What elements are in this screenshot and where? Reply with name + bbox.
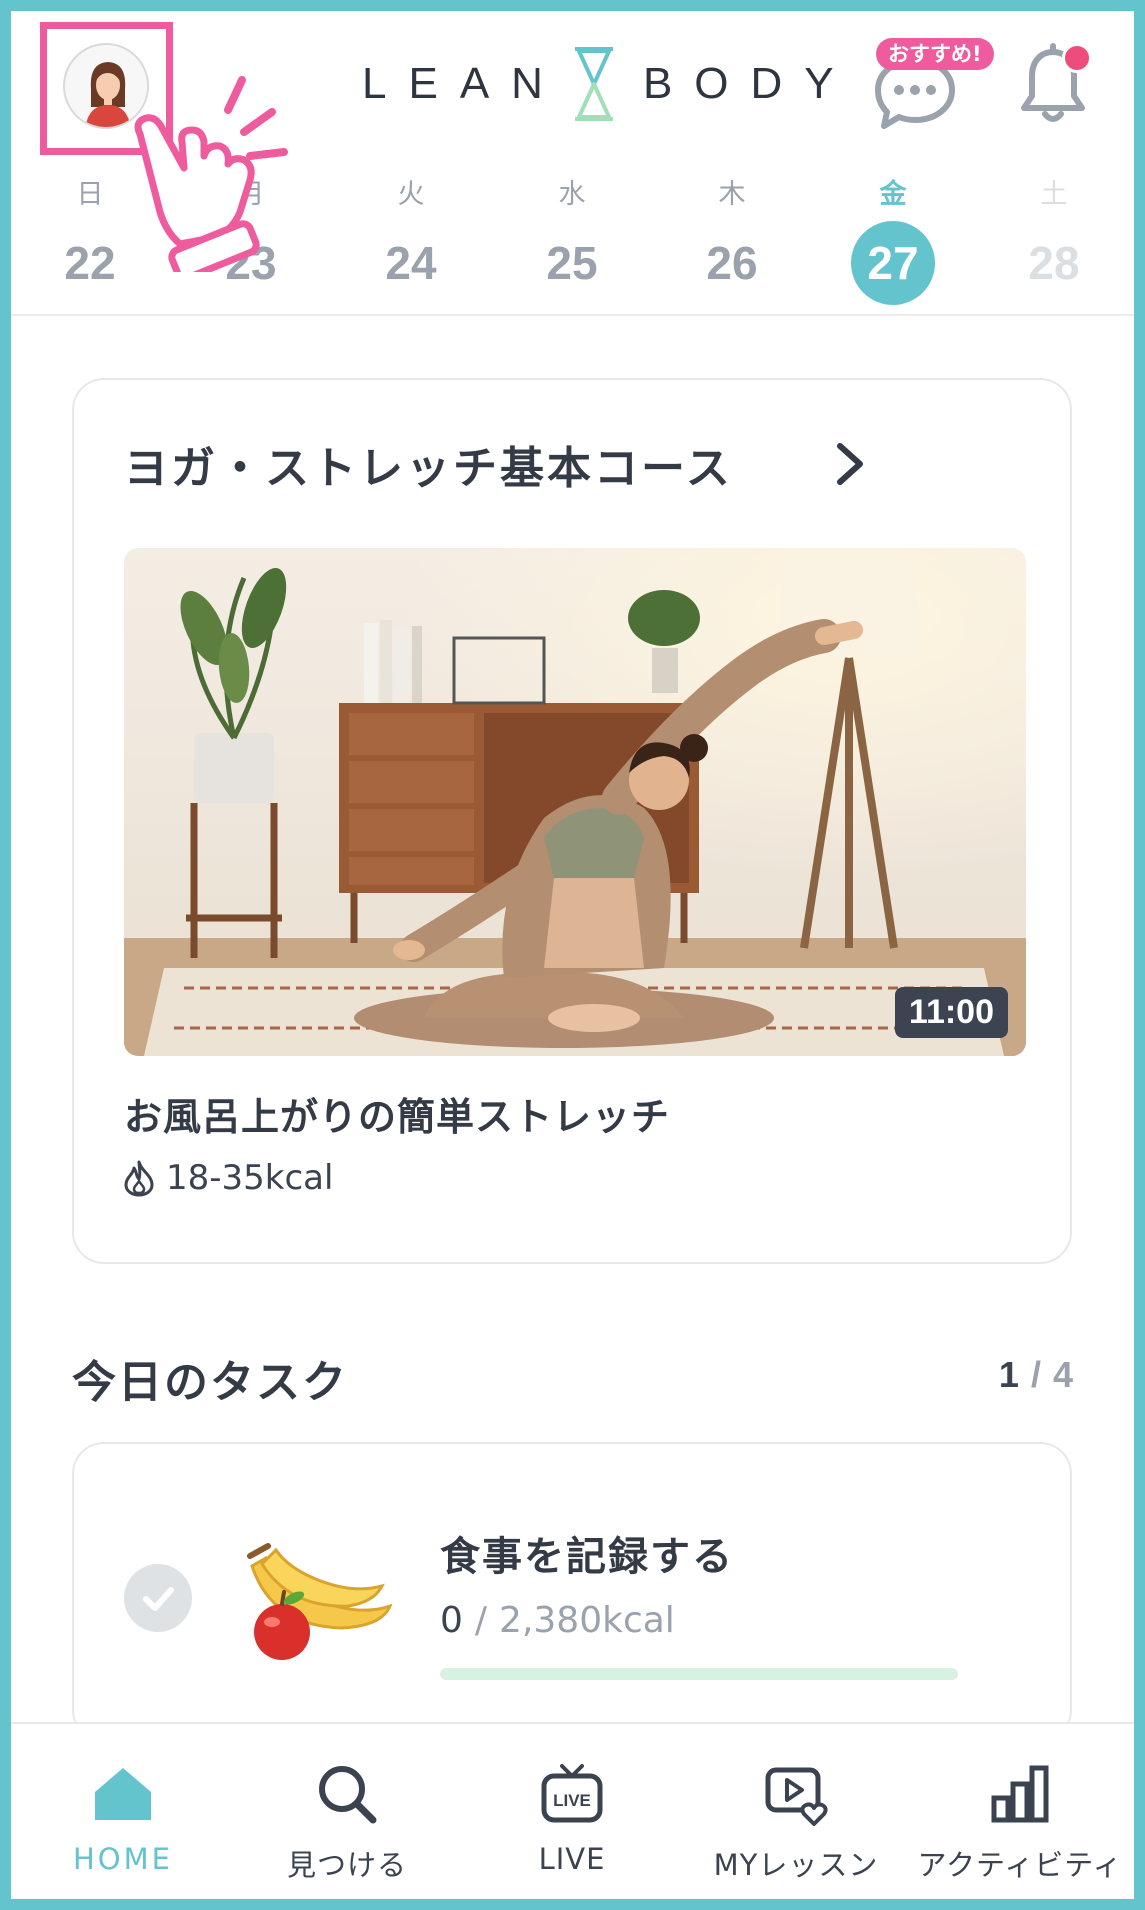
hourglass-logo-icon — [574, 47, 613, 121]
duration-badge: 11:00 — [894, 987, 1008, 1038]
tasks-total: 4 — [1052, 1354, 1073, 1395]
nav-label: LIVE — [538, 1842, 606, 1876]
tasks-count: 1 / 4 — [999, 1354, 1073, 1396]
nav-label: アクティビティ — [917, 1848, 1123, 1882]
brand-left: LEAN — [362, 59, 565, 108]
day-sun[interactable]: 日 22 — [40, 175, 140, 305]
lesson-title[interactable]: お風呂上がりの簡単ストレッチ — [124, 1086, 670, 1141]
task-current: 0 — [440, 1600, 463, 1641]
brand-logo: LEAN BODY — [362, 46, 856, 122]
svg-text:LIVE: LIVE — [553, 1791, 591, 1810]
day-sat: 土 28 — [1004, 175, 1104, 305]
course-title[interactable]: ヨガ・ストレッチ基本コース — [124, 432, 733, 496]
day-thu[interactable]: 木 26 — [682, 175, 782, 305]
day-number: 28 — [1028, 237, 1080, 289]
task-title: 食事を記録する — [440, 1534, 734, 1580]
day-number: 22 — [64, 237, 116, 289]
brand-right: BODY — [642, 59, 856, 108]
day-wed[interactable]: 水 25 — [522, 175, 622, 305]
tasks-title: 今日のタスク — [72, 1357, 348, 1408]
task-check-button[interactable] — [124, 1564, 192, 1632]
tasks-separator: / — [1030, 1354, 1041, 1395]
day-of-week: 火 — [397, 179, 425, 210]
day-of-week: 日 — [76, 179, 104, 210]
nav-label: HOME — [73, 1842, 173, 1876]
calorie-estimate: 18-35kcal — [122, 1158, 333, 1198]
nav-my-lessons[interactable]: MYレッスン — [684, 1724, 908, 1901]
day-number: 25 — [546, 237, 598, 289]
check-icon — [143, 1587, 174, 1611]
notification-dot — [1062, 43, 1092, 73]
banana-apple-icon — [247, 1543, 392, 1660]
task-progress-bar — [440, 1668, 958, 1680]
day-of-week: 水 — [558, 179, 586, 210]
nav-discover[interactable]: 見つける — [235, 1724, 459, 1901]
flame-icon — [124, 1160, 154, 1197]
day-number: 27 — [851, 221, 935, 305]
nav-label: MYレッスン — [713, 1848, 879, 1882]
day-of-week: 木 — [718, 179, 746, 210]
recommend-badge: おすすめ! — [876, 38, 994, 70]
nav-home[interactable]: HOME — [11, 1724, 235, 1901]
course-card[interactable]: ヨガ・ストレッチ基本コース 11:00 お風呂上がりの簡単ストレッチ 18-35… — [72, 378, 1072, 1264]
day-tue[interactable]: 火 24 — [361, 175, 461, 305]
nav-live[interactable]: LIVE LIVE — [460, 1724, 684, 1901]
kcal-text: 18-35kcal — [166, 1158, 334, 1198]
day-of-week: 金 — [879, 179, 907, 210]
chevron-right-icon[interactable] — [832, 442, 868, 486]
nav-activity[interactable]: アクティビティ — [908, 1724, 1132, 1901]
lesson-video-thumbnail[interactable]: 11:00 — [124, 548, 1026, 1056]
day-of-week: 土 — [1040, 179, 1068, 210]
search-icon — [319, 1766, 377, 1824]
task-progress-separator: / — [474, 1600, 488, 1641]
tasks-done: 1 — [998, 1354, 1019, 1395]
task-progress-text: 0 / 2,380kcal — [440, 1600, 675, 1641]
nav-label: 見つける — [286, 1848, 407, 1882]
pointing-hand-icon — [134, 76, 288, 272]
day-fri-today[interactable]: 金 27 — [843, 175, 943, 305]
live-tv-icon: LIVE — [541, 1764, 603, 1823]
task-card-meal[interactable]: 食事を記録する 0 / 2,380kcal — [72, 1442, 1072, 1742]
yoga-scene-image — [124, 548, 1026, 1056]
day-number: 26 — [706, 237, 758, 289]
play-heart-icon — [765, 1767, 828, 1826]
home-icon — [95, 1768, 151, 1820]
task-target: 2,380kcal — [499, 1600, 675, 1641]
header-divider — [11, 314, 1134, 316]
bottom-nav: HOME 見つける LIVE LIVE MYレッスン アクティビティ — [11, 1722, 1134, 1901]
day-number: 24 — [385, 237, 437, 289]
bar-chart-icon — [991, 1765, 1049, 1823]
